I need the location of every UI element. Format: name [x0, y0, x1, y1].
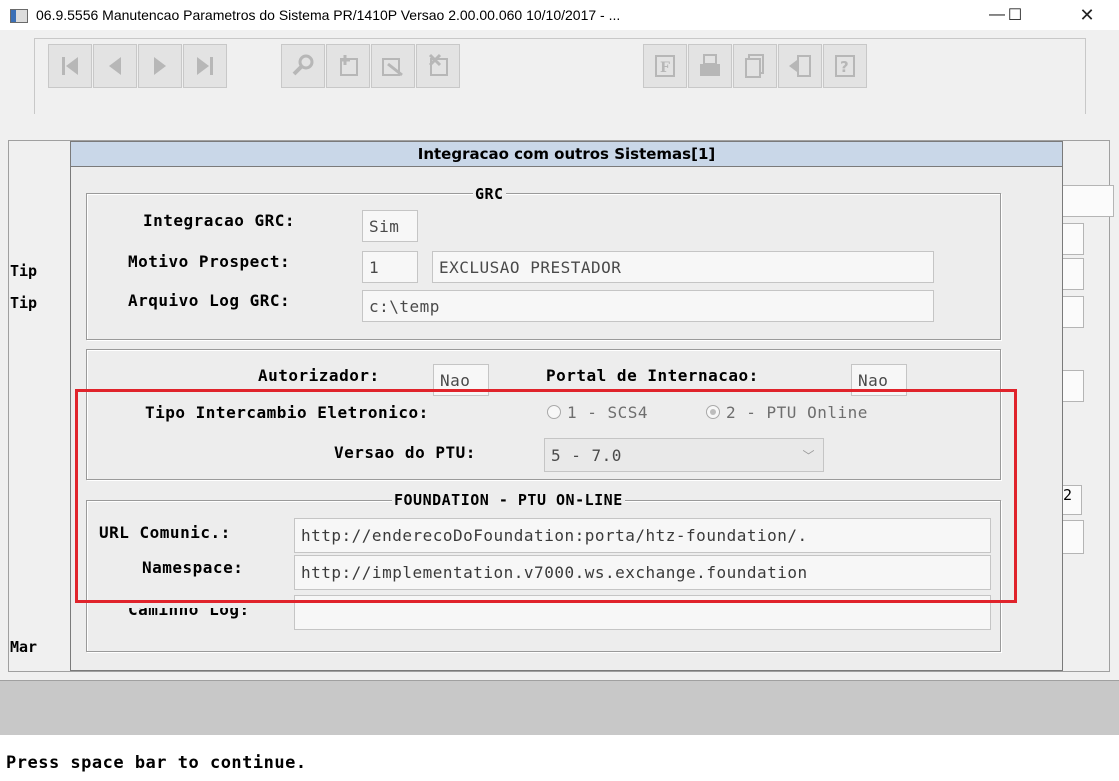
prev-record-button[interactable]	[93, 44, 137, 88]
background-field	[1060, 296, 1084, 328]
arquivo-log-grc-label: Arquivo Log GRC:	[128, 291, 291, 310]
edit-button[interactable]	[371, 44, 415, 88]
filter-icon: F	[655, 55, 675, 77]
print-button[interactable]	[688, 44, 732, 88]
background-label: Tip	[10, 294, 38, 312]
add-button[interactable]	[326, 44, 370, 88]
exit-button[interactable]	[778, 44, 822, 88]
autorizador-label: Autorizador:	[258, 366, 380, 385]
portal-internacao-label: Portal de Internacao:	[546, 366, 759, 385]
background-field	[1060, 185, 1114, 217]
background-label: Mar	[10, 638, 38, 656]
background-field	[1060, 520, 1084, 554]
edit-icon	[382, 58, 403, 77]
background-field	[1060, 370, 1084, 402]
print-icon	[700, 54, 720, 76]
svg-text:?: ?	[840, 58, 849, 76]
filter-button[interactable]: F	[643, 44, 687, 88]
motivo-prospect-description-field: EXCLUSAO PRESTADOR	[432, 251, 934, 283]
search-icon	[292, 54, 314, 76]
add-icon	[340, 55, 358, 76]
background-field	[1060, 258, 1084, 290]
maximize-button[interactable]: ☐	[992, 0, 1038, 30]
background-field	[1060, 223, 1084, 255]
message-line: Press space bar to continue.	[0, 735, 1119, 781]
copy-button[interactable]	[733, 44, 777, 88]
prev-record-icon	[109, 57, 121, 75]
delete-button[interactable]	[416, 44, 460, 88]
window-title: 06.9.5556 Manutencao Parametros do Siste…	[36, 7, 621, 23]
integracao-grc-field[interactable]: Sim	[362, 210, 418, 242]
copy-icon	[745, 54, 764, 78]
last-record-button[interactable]	[183, 44, 227, 88]
grc-group-title: GRC	[473, 185, 506, 203]
help-button[interactable]: ?	[823, 44, 867, 88]
next-record-button[interactable]	[138, 44, 182, 88]
background-label: Tip	[10, 262, 38, 280]
window-titlebar: 06.9.5556 Manutencao Parametros do Siste…	[0, 0, 1119, 31]
status-message: Press space bar to continue.	[6, 753, 307, 773]
background-field-digit: 2	[1060, 485, 1082, 515]
first-record-button[interactable]	[48, 44, 92, 88]
last-record-icon	[197, 57, 213, 75]
motivo-prospect-code-field[interactable]: 1	[362, 251, 418, 283]
integracao-grc-label: Integracao GRC:	[143, 211, 295, 230]
delete-icon	[428, 53, 448, 76]
help-icon: ?	[835, 55, 855, 77]
arquivo-log-grc-field[interactable]: c:\temp	[362, 290, 934, 322]
close-button[interactable]: ✕	[1064, 0, 1110, 30]
motivo-prospect-label: Motivo Prospect:	[128, 252, 291, 271]
dialog-title: Integracao com outros Sistemas[1]	[70, 141, 1063, 167]
next-record-icon	[154, 57, 166, 75]
first-record-icon	[62, 57, 78, 75]
app-icon	[10, 9, 28, 23]
svg-text:F: F	[660, 60, 670, 76]
search-button[interactable]	[281, 44, 325, 88]
highlight-box	[75, 389, 1017, 603]
exit-icon	[789, 55, 811, 77]
status-bar	[0, 680, 1119, 736]
